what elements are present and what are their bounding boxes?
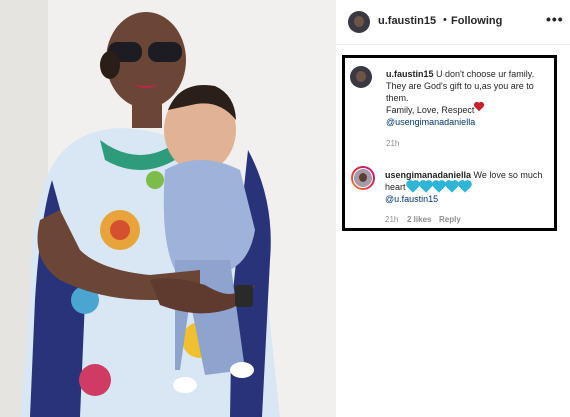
following-button[interactable]: Following: [451, 15, 502, 27]
avatar[interactable]: [348, 11, 370, 33]
comment-2-mention[interactable]: @u.faustin15: [385, 194, 438, 204]
heart-icon: [419, 181, 432, 193]
reply-button[interactable]: Reply: [439, 215, 461, 224]
avatar[interactable]: [351, 166, 375, 190]
comment-2-time[interactable]: 21h: [385, 215, 398, 224]
comment-2-likes[interactable]: 2 likes: [407, 215, 431, 224]
post-photo: [0, 0, 336, 417]
heart-icon: [432, 181, 445, 193]
comment-1-line2: Family, Love, Respect: [386, 105, 475, 115]
comment-2: usengimanadaniella We love so much heart…: [385, 169, 553, 205]
separator-dot: •: [443, 14, 447, 26]
comment-1: u.faustin15 U don't choose ur family. Th…: [386, 68, 551, 128]
avatar[interactable]: [350, 66, 372, 88]
comment-1-time[interactable]: 21h: [386, 139, 399, 148]
photo-image: [0, 0, 336, 417]
heart-icon: [406, 181, 419, 193]
heart-icon: [475, 102, 484, 112]
header-username[interactable]: u.faustin15: [378, 15, 436, 27]
heart-icon: [458, 181, 471, 193]
comment-1-mention[interactable]: @usengimanadaniella: [386, 117, 475, 127]
comment-1-username[interactable]: u.faustin15: [386, 69, 434, 79]
post-header: u.faustin15 • Following •••: [336, 0, 570, 45]
highlighted-comments: u.faustin15 U don't choose ur family. Th…: [342, 55, 557, 231]
more-options-icon[interactable]: •••: [546, 11, 564, 27]
comment-2-username[interactable]: usengimanadaniella: [385, 170, 471, 180]
heart-icon: [445, 181, 458, 193]
